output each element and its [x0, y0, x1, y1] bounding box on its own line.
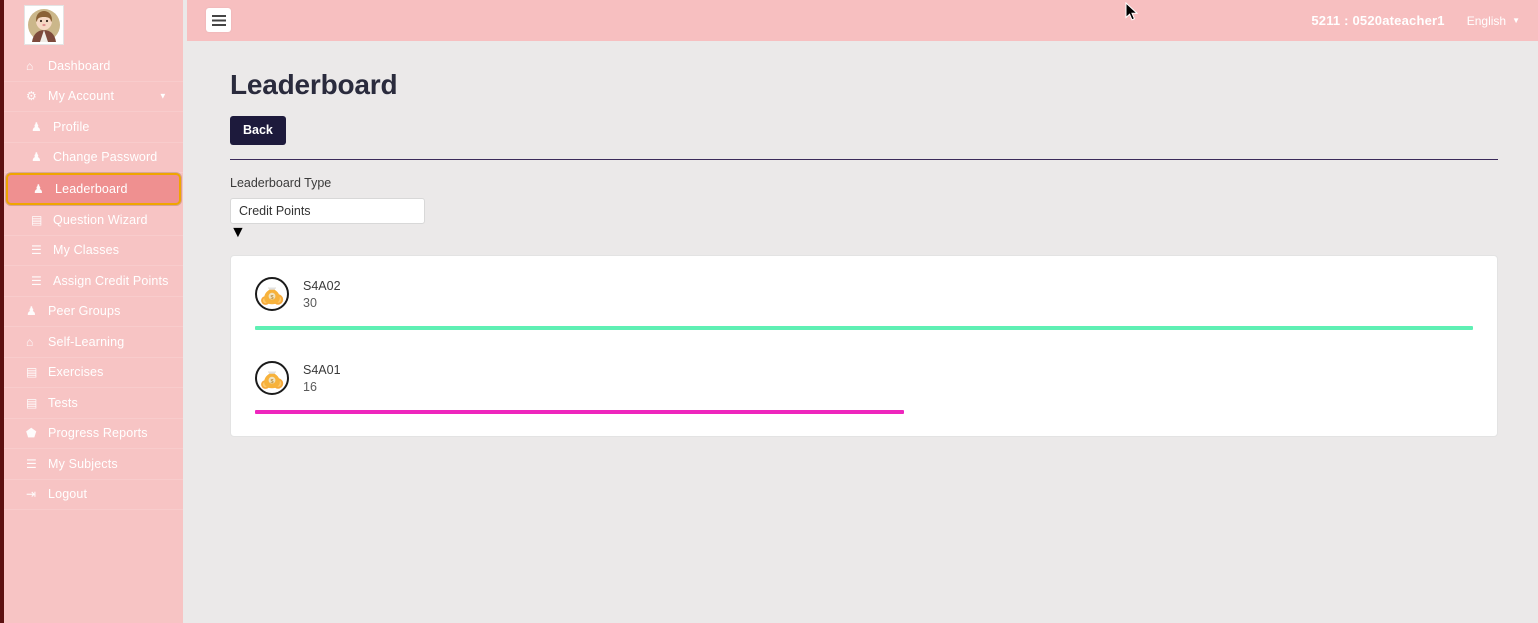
main-content: Leaderboard Back Leaderboard Type Credit… — [187, 41, 1538, 623]
leaderboard-type-select[interactable]: Credit Points — [230, 198, 425, 224]
leaderboard-type-value: Credit Points — [239, 204, 311, 218]
leaderboard-info: S4A01 16 — [303, 363, 341, 394]
sidebar-item-profile[interactable]: ♟ Profile — [4, 112, 183, 143]
sidebar-item-my-account[interactable]: ⚙ My Account ▼ — [4, 82, 183, 112]
user-icon: ♟ — [31, 150, 42, 165]
back-button[interactable]: Back — [230, 116, 286, 145]
chevron-down-icon: ▼ — [1512, 16, 1520, 25]
sidebar-item-assign-credit-points[interactable]: ☰ Assign Credit Points — [4, 266, 183, 297]
topbar: 5211 : 0520ateacher1 English ▼ — [187, 0, 1538, 41]
sidebar-item-question-wizard[interactable]: ▤ Question Wizard — [4, 205, 183, 236]
sidebar-item-label: My Subjects — [48, 456, 118, 471]
leaderboard-score: 16 — [303, 379, 317, 394]
sidebar-item-label: Leaderboard — [55, 182, 128, 196]
sidebar-item-label: Peer Groups — [48, 304, 121, 319]
home-icon: ⌂ — [26, 58, 34, 73]
leaderboard-info: S4A02 30 — [303, 279, 341, 310]
hamburger-menu-button[interactable] — [206, 8, 231, 32]
sidebar-item-tests[interactable]: ▤ Tests — [4, 388, 183, 419]
leaderboard-student-name: S4A01 — [303, 362, 341, 377]
sidebar: ⌂ Dashboard ⚙ My Account ▼ ♟ Profile ♟ Change Pa… — [0, 0, 183, 623]
list-icon: ☰ — [26, 456, 37, 471]
sidebar-avatar-wrap — [4, 0, 183, 51]
tag-icon: ⬟ — [26, 426, 37, 441]
user-icon: ♟ — [26, 304, 37, 319]
sidebar-item-label: Profile — [53, 119, 90, 134]
leaderboard-row: $ S4A01 16 — [255, 352, 1473, 414]
sidebar-item-label: Question Wizard — [53, 212, 148, 227]
book-icon: ▤ — [26, 365, 38, 380]
money-bag-icon: $ — [261, 371, 284, 389]
user-icon: ♟ — [31, 119, 42, 134]
sidebar-nav: ⌂ Dashboard ⚙ My Account ▼ ♟ Profile ♟ Change Pa… — [4, 51, 183, 510]
leaderboard-student-name: S4A02 — [303, 278, 341, 293]
app-root: ⌂ Dashboard ⚙ My Account ▼ ♟ Profile ♟ Change Pa… — [0, 0, 1538, 623]
language-label: English — [1466, 13, 1507, 28]
sidebar-item-label: Logout — [48, 487, 88, 502]
sidebar-item-logout[interactable]: ⇥ Logout — [4, 480, 183, 510]
sidebar-item-self-learning[interactable]: ⌂ Self-Learning — [4, 327, 183, 358]
sidebar-item-my-subjects[interactable]: ☰ My Subjects — [4, 449, 183, 480]
row-spacer — [255, 330, 1473, 352]
user-avatar-icon — [28, 9, 60, 42]
sidebar-item-label: Exercises — [48, 365, 104, 380]
svg-text:$: $ — [270, 379, 273, 385]
chevron-down-icon: ▼ — [230, 224, 246, 241]
logout-icon: ⇥ — [26, 487, 37, 502]
money-bag-icon: $ — [261, 287, 284, 305]
hamburger-icon — [211, 14, 226, 26]
sidebar-item-leaderboard[interactable]: ♟ Leaderboard — [6, 173, 181, 205]
sidebar-item-label: Change Password — [53, 150, 158, 165]
language-selector[interactable]: English ▼ — [1467, 14, 1520, 28]
leaderboard-entry: $ S4A01 16 — [255, 357, 1473, 401]
home-icon: ⌂ — [26, 334, 34, 349]
leaderboard-progress-fill — [255, 410, 905, 414]
leaderboard-type-select-wrap: Credit Points ▼ — [230, 198, 425, 242]
sidebar-item-label: Assign Credit Points — [53, 273, 169, 288]
svg-text:$: $ — [270, 295, 273, 301]
user-name-label: 5211 : 0520ateacher1 — [1311, 13, 1445, 28]
leaderboard-list: $ S4A02 30 $ S4A01 16 — [255, 268, 1473, 414]
leaderboard-progress-track — [255, 410, 1473, 414]
sidebar-item-label: Tests — [48, 395, 78, 410]
leaderboard-card: $ S4A02 30 $ S4A01 16 — [230, 255, 1498, 437]
sidebar-item-peer-groups[interactable]: ♟ Peer Groups — [4, 297, 183, 327]
sidebar-item-label: Dashboard — [48, 58, 111, 73]
list-icon: ☰ — [31, 243, 42, 258]
leaderboard-entry: $ S4A02 30 — [255, 273, 1473, 317]
avatar[interactable] — [24, 5, 64, 45]
sidebar-item-dashboard[interactable]: ⌂ Dashboard — [4, 51, 183, 82]
book-icon: ▤ — [31, 212, 43, 227]
sidebar-item-label: Progress Reports — [48, 426, 148, 441]
sidebar-item-label: Self-Learning — [48, 334, 125, 349]
sidebar-item-my-classes[interactable]: ☰ My Classes — [4, 236, 183, 266]
sidebar-item-label: My Classes — [53, 243, 120, 258]
leaderboard-avatar: $ — [255, 361, 289, 395]
chevron-down-icon: ▼ — [158, 91, 167, 101]
topbar-right: 5211 : 0520ateacher1 English ▼ — [1311, 0, 1520, 41]
sidebar-item-exercises[interactable]: ▤ Exercises — [4, 358, 183, 388]
page-title: Leaderboard — [230, 69, 398, 100]
leaderboard-row: $ S4A02 30 — [255, 268, 1473, 330]
leaderboard-type-label: Leaderboard Type — [230, 176, 332, 190]
user-icon: ♟ — [33, 182, 44, 196]
leaderboard-score: 30 — [303, 295, 317, 310]
sidebar-item-change-password[interactable]: ♟ Change Password — [4, 143, 183, 173]
list-icon: ☰ — [31, 273, 42, 288]
sidebar-item-label: My Account — [48, 89, 115, 104]
divider — [230, 159, 1498, 160]
leaderboard-avatar: $ — [255, 277, 289, 311]
gear-icon: ⚙ — [26, 89, 37, 104]
book-icon: ▤ — [26, 395, 38, 410]
sidebar-item-progress-reports[interactable]: ⬟ Progress Reports — [4, 419, 183, 449]
